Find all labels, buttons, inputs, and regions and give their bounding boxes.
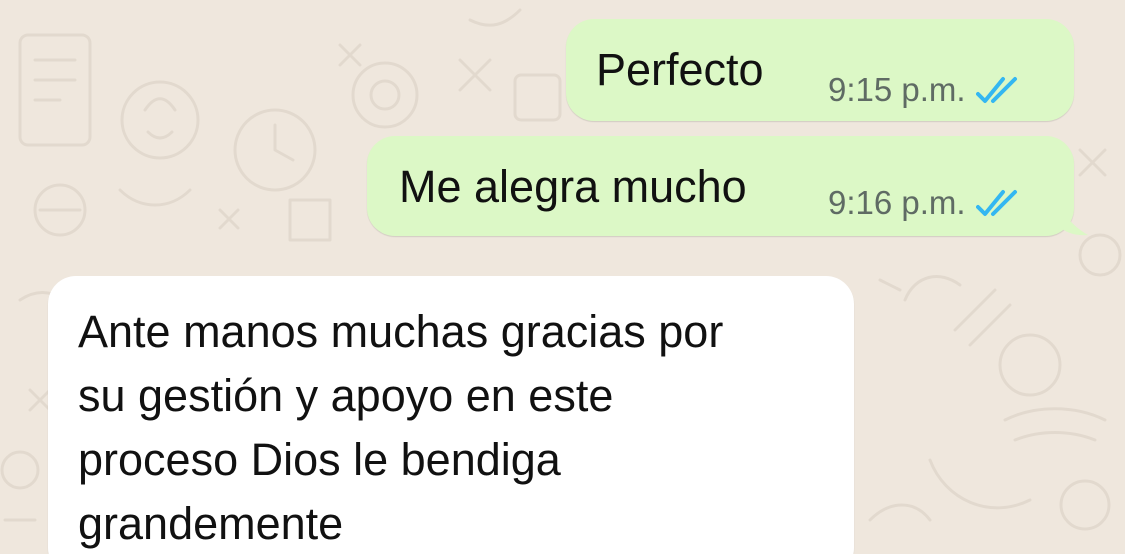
message-meta: 9:15 p.m. — [828, 71, 1022, 109]
message-text: Me alegra mucho — [399, 161, 747, 212]
bubble-tail — [1060, 207, 1088, 236]
message-time: 9:15 p.m. — [828, 71, 966, 108]
double-check-read-icon — [975, 76, 1022, 104]
outgoing-message-bubble[interactable]: Perfecto 9:15 p.m. — [566, 19, 1074, 121]
message-meta: 9:16 p.m. — [828, 184, 1022, 222]
message-time: 9:16 p.m. — [828, 184, 966, 221]
chat-conversation: Perfecto 9:15 p.m. Me alegra mucho 9:16 … — [0, 0, 1125, 554]
message-text: Ante manos muchas gracias por su gestión… — [78, 306, 724, 549]
incoming-message-bubble[interactable]: Ante manos muchas gracias por su gestión… — [48, 276, 854, 554]
outgoing-message-bubble[interactable]: Me alegra mucho 9:16 p.m. — [367, 136, 1074, 236]
message-text: Perfecto — [596, 44, 764, 95]
double-check-read-icon — [975, 189, 1022, 217]
